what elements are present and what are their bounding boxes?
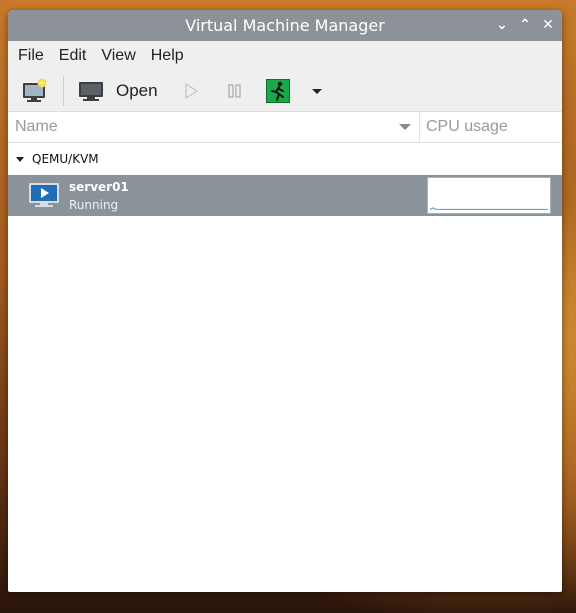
toolbar: Open — [8, 70, 562, 112]
vm-status: Running — [69, 198, 119, 212]
cpu-usage-graph — [427, 177, 551, 214]
column-header-name[interactable]: Name — [8, 112, 420, 142]
cpu-usage-line — [429, 207, 548, 211]
play-icon — [185, 82, 199, 100]
dropdown-arrow-icon — [312, 89, 322, 94]
column-header-cpu[interactable]: CPU usage — [420, 112, 562, 142]
vmm-window: Virtual Machine Manager ⌄ ⌃ ✕ File Edit … — [8, 10, 562, 592]
column-cpu-label: CPU usage — [426, 118, 508, 135]
column-header-row: Name CPU usage — [8, 112, 562, 143]
shutdown-button[interactable] — [266, 77, 290, 105]
window-title: Virtual Machine Manager — [185, 16, 385, 35]
sort-arrow-icon — [399, 124, 411, 130]
monitor-icon — [79, 82, 103, 101]
title-bar[interactable]: Virtual Machine Manager ⌄ ⌃ ✕ — [8, 10, 562, 41]
vm-running-icon — [29, 183, 59, 207]
minimize-icon[interactable]: ⌄ — [496, 10, 508, 41]
close-icon[interactable]: ✕ — [542, 10, 554, 41]
shutdown-menu-button[interactable] — [310, 77, 324, 105]
window-controls: ⌄ ⌃ ✕ — [496, 10, 554, 41]
pause-icon — [228, 84, 241, 98]
menu-edit[interactable]: Edit — [59, 47, 96, 65]
open-button[interactable]: Open — [78, 77, 158, 105]
menu-bar: File Edit View Help — [8, 41, 562, 70]
menu-view[interactable]: View — [101, 47, 144, 65]
toolbar-separator — [63, 76, 64, 106]
run-button[interactable] — [182, 77, 200, 105]
shutdown-icon — [266, 79, 290, 103]
new-vm-button[interactable] — [22, 77, 48, 105]
new-vm-icon — [23, 78, 47, 102]
menu-file[interactable]: File — [18, 47, 53, 65]
open-label: Open — [116, 81, 158, 100]
expander-icon[interactable] — [16, 156, 24, 162]
menu-help[interactable]: Help — [151, 47, 193, 65]
connection-row[interactable]: QEMU/KVM — [8, 143, 562, 175]
maximize-icon[interactable]: ⌃ — [519, 10, 531, 41]
pause-button[interactable] — [226, 77, 244, 105]
connection-label: QEMU/KVM — [32, 152, 99, 166]
column-name-label: Name — [15, 118, 58, 135]
vm-name: server01 — [69, 180, 129, 194]
vm-row[interactable]: server01 Running — [8, 175, 562, 216]
